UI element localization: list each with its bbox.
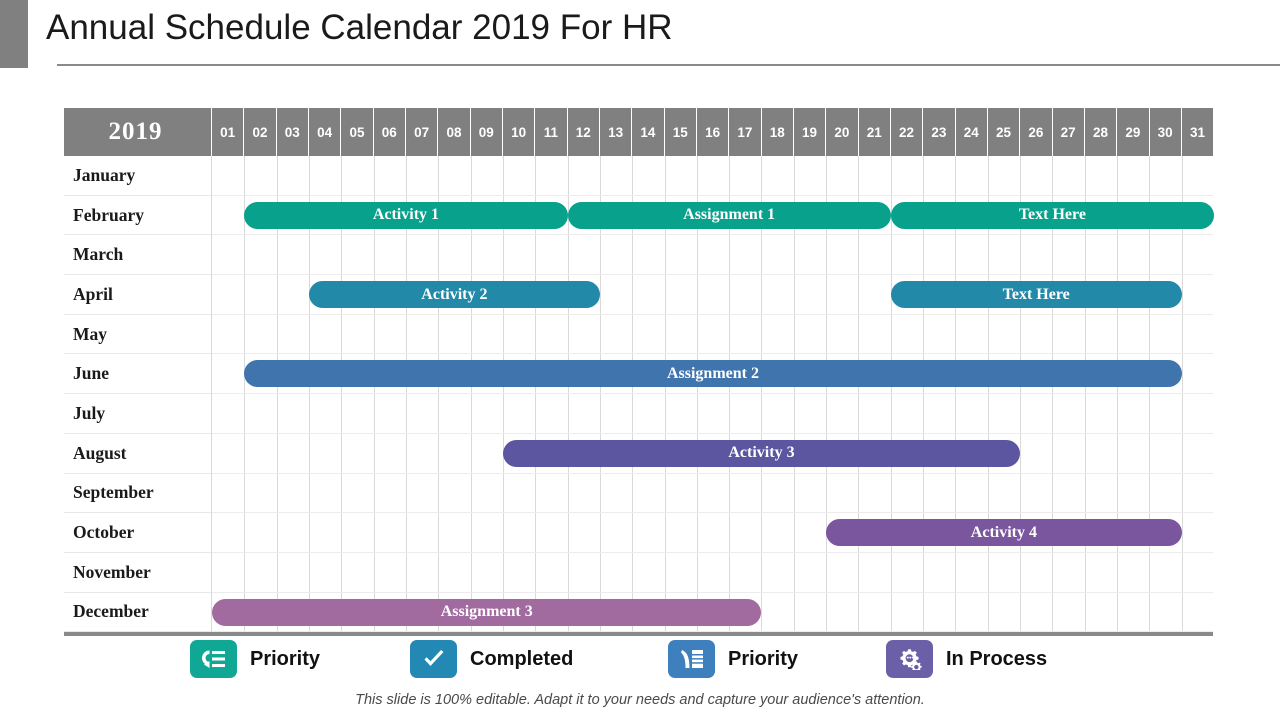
schedule-grid: Activity 1 Assignment 1 Text Here Activity … xyxy=(211,156,1214,633)
table-bottom-divider xyxy=(64,632,1213,636)
checkmark-icon xyxy=(410,640,457,678)
task-bar[interactable]: Assignment 3 xyxy=(212,598,762,626)
day-header-26: 26 xyxy=(1019,108,1051,156)
month-label-february: February xyxy=(64,196,211,236)
month-label-august: August xyxy=(64,434,211,474)
day-header-15: 15 xyxy=(663,108,696,156)
month-label-june: June xyxy=(64,354,211,395)
task-bar[interactable]: Activity 3 xyxy=(502,439,1021,467)
schedule-row-may xyxy=(212,315,1213,355)
table-header-row: 2019 01 02 03 04 05 06 07 08 09 10 11 12 13 14 15 16 17 1… xyxy=(64,108,1213,156)
day-header-11: 11 xyxy=(534,108,566,156)
day-header-31: 31 xyxy=(1180,108,1213,156)
month-label-september: September xyxy=(64,474,211,514)
footer-note: This slide is 100% editable. Adapt it to… xyxy=(355,692,925,708)
slide-canvas: Annual Schedule Calendar 2019 For HR 201… xyxy=(0,0,1280,720)
day-header-30: 30 xyxy=(1148,108,1181,156)
day-header-02: 02 xyxy=(243,108,275,156)
schedule-row-august: Activity 3 xyxy=(212,434,1213,474)
schedule-row-november xyxy=(212,553,1213,593)
day-header-07: 07 xyxy=(404,108,437,156)
slide-header: Annual Schedule Calendar 2019 For HR xyxy=(0,0,1280,68)
legend-item[interactable]: Priority xyxy=(668,640,798,678)
day-header-29: 29 xyxy=(1116,108,1148,156)
schedule-row-february: Activity 1 Assignment 1 Text Here xyxy=(212,196,1214,236)
schedule-row-october: Activity 4 xyxy=(212,513,1213,553)
day-header-27: 27 xyxy=(1051,108,1084,156)
day-header-28: 28 xyxy=(1083,108,1116,156)
schedule-calendar-table: 2019 01 02 03 04 05 06 07 08 09 10 11 12 13 14 15 16 17 1… xyxy=(64,108,1214,636)
legend-item-label: Priority xyxy=(250,647,321,670)
priority-list-icon xyxy=(190,640,237,678)
schedule-row-september xyxy=(212,474,1213,514)
legend-item[interactable]: Priority xyxy=(190,640,320,678)
day-header-19: 19 xyxy=(792,108,825,156)
schedule-row-december: Assignment 3 xyxy=(212,593,1213,633)
day-header-14: 14 xyxy=(631,108,663,156)
day-header-22: 22 xyxy=(889,108,922,156)
day-header-group: 01 02 03 04 05 06 07 08 09 10 11 12 13 14 15 16 17 18 19 20… xyxy=(211,108,1213,156)
legend-item[interactable]: In Process xyxy=(886,640,1047,678)
day-header-23: 23 xyxy=(922,108,954,156)
day-header-04: 04 xyxy=(307,108,340,156)
day-header-09: 09 xyxy=(469,108,502,156)
legend-item-label: Priority xyxy=(728,647,799,670)
task-bar[interactable]: Assignment 2 xyxy=(244,360,1182,388)
document-list-icon xyxy=(668,640,715,678)
schedule-row-july xyxy=(212,394,1213,434)
year-label: 2019 xyxy=(108,118,163,145)
grid-rows: Activity 1 Assignment 1 Text Here Activity … xyxy=(212,156,1214,633)
day-header-01: 01 xyxy=(211,108,243,156)
task-bar[interactable]: Activity 4 xyxy=(826,519,1182,547)
month-label-july: July xyxy=(64,394,211,434)
day-header-21: 21 xyxy=(857,108,890,156)
title-accent-bar xyxy=(0,0,28,68)
day-header-05: 05 xyxy=(340,108,372,156)
day-header-24: 24 xyxy=(954,108,987,156)
day-header-20: 20 xyxy=(825,108,857,156)
day-header-06: 06 xyxy=(372,108,405,156)
day-header-16: 16 xyxy=(695,108,728,156)
gears-icon xyxy=(886,640,933,678)
day-header-08: 08 xyxy=(437,108,469,156)
month-label-january: January xyxy=(64,156,211,196)
table-body: January February March April May June July Augu… xyxy=(64,156,1214,633)
day-header-13: 13 xyxy=(598,108,631,156)
schedule-row-june: Assignment 2 xyxy=(212,354,1213,395)
month-label-march: March xyxy=(64,235,211,276)
month-label-april: April xyxy=(64,275,211,315)
task-bar[interactable]: Assignment 1 xyxy=(567,201,891,229)
day-header-18: 18 xyxy=(760,108,793,156)
schedule-row-april: Activity 2 Text Here xyxy=(212,275,1213,315)
task-bar[interactable]: Text Here xyxy=(890,201,1214,229)
day-header-10: 10 xyxy=(501,108,534,156)
month-label-may: May xyxy=(64,315,211,355)
title-divider xyxy=(57,64,1280,66)
task-bar[interactable]: Activity 1 xyxy=(244,201,568,229)
page-title: Annual Schedule Calendar 2019 For HR xyxy=(46,8,673,47)
legend-item-label: Completed xyxy=(470,647,574,670)
schedule-row-march xyxy=(212,235,1213,276)
schedule-row-january xyxy=(212,156,1213,196)
month-label-column: January February March April May June July Augu… xyxy=(64,156,211,633)
legend-item[interactable]: Completed xyxy=(410,640,573,678)
day-header-03: 03 xyxy=(275,108,308,156)
task-bar[interactable]: Text Here xyxy=(890,281,1182,309)
month-label-december: December xyxy=(64,593,211,633)
day-header-25: 25 xyxy=(986,108,1019,156)
legend-item-label: In Process xyxy=(946,647,1048,670)
task-bar[interactable]: Activity 2 xyxy=(308,281,600,309)
month-label-october: October xyxy=(64,513,211,553)
day-header-17: 17 xyxy=(728,108,760,156)
day-header-12: 12 xyxy=(566,108,599,156)
legend: Priority Completed Priority In Process xyxy=(0,640,1280,688)
month-label-november: November xyxy=(64,553,211,593)
